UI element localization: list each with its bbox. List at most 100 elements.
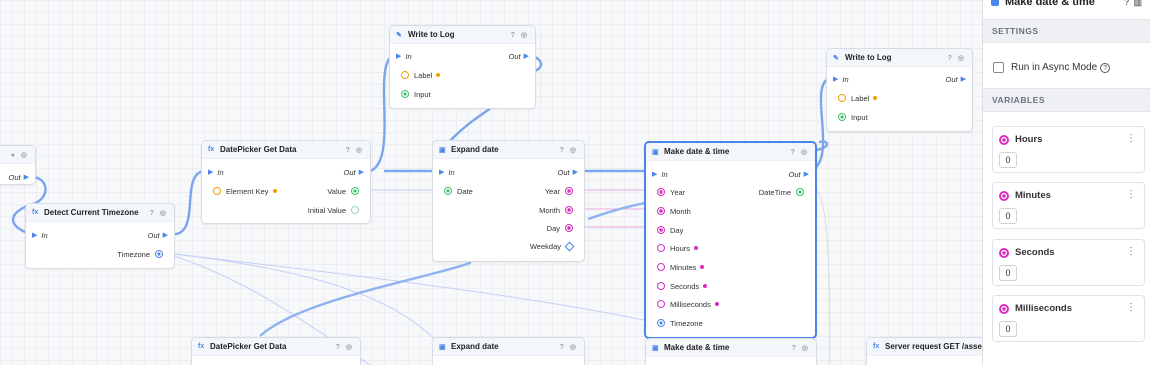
panel-header: Make date & time ? ▥: [983, 0, 1150, 10]
node-header-icons[interactable]: ? ◎: [346, 146, 364, 154]
node-header-icons[interactable]: ? ◎: [336, 343, 354, 351]
number-port-icon[interactable]: [657, 226, 665, 234]
async-mode-option[interactable]: Run in Async Mode ?: [993, 62, 1111, 73]
number-port-icon[interactable]: [657, 244, 665, 252]
flow-out[interactable]: Out ▶: [756, 167, 815, 181]
expand-date-node[interactable]: ▣ Expand date ? ◎: [432, 337, 585, 365]
initial-value-port[interactable]: Initial Value: [282, 203, 370, 217]
graph-canvas[interactable]: ● ◎ Out ▶ ✎ Write to Log ? ◎ ▶ In Out ▶ Lab…: [0, 0, 982, 365]
async-mode-checkbox[interactable]: [993, 62, 1004, 73]
out-label: Out: [147, 230, 160, 240]
any-port-icon[interactable]: [351, 206, 359, 214]
node-header-icons[interactable]: ? ◎: [560, 343, 578, 351]
timezone-port-icon[interactable]: [155, 250, 163, 258]
variable-value-input[interactable]: 0: [999, 152, 1017, 168]
node-header-icons[interactable]: ? ◎: [791, 148, 809, 156]
variable-value-input[interactable]: 0: [999, 321, 1017, 337]
month-port[interactable]: Month: [523, 203, 584, 217]
number-port-icon[interactable]: [657, 282, 665, 290]
minutes-port[interactable]: Minutes: [646, 260, 815, 274]
month-port[interactable]: Month: [646, 204, 815, 218]
in-label: In: [41, 230, 48, 240]
more-options-icon[interactable]: ⋮: [1126, 302, 1136, 313]
flow-out[interactable]: Out ▶: [523, 165, 584, 179]
flow-out-arrow-icon: ▶: [803, 171, 809, 178]
seconds-port[interactable]: Seconds: [646, 279, 815, 293]
more-options-icon[interactable]: ⋮: [1126, 189, 1136, 200]
make-date-time-node[interactable]: ▣ Make date & time ? ◎ ▶ In Out ▶ Year Dat…: [644, 141, 817, 339]
hours-port[interactable]: Hours: [646, 241, 815, 255]
in-label: In: [217, 167, 224, 177]
port-label: Year: [670, 187, 686, 197]
any-port-icon[interactable]: [351, 187, 359, 195]
more-options-icon[interactable]: ⋮: [1126, 246, 1136, 257]
variable-value-input[interactable]: 0: [999, 208, 1017, 224]
day-port[interactable]: Day: [646, 223, 815, 237]
number-port-icon[interactable]: [657, 188, 665, 196]
string-port-icon[interactable]: [838, 94, 846, 102]
in-label: In: [661, 169, 668, 179]
day-port[interactable]: Day: [523, 221, 584, 235]
datepicker-get-data-node[interactable]: fx DatePicker Get Data ? ◎: [191, 337, 361, 365]
year-port[interactable]: Year: [523, 184, 584, 198]
flow-out[interactable]: Out ▶: [0, 170, 35, 184]
flow-out[interactable]: Out ▶: [302, 165, 370, 179]
detect-timezone-node[interactable]: fx Detect Current Timezone ? ◎ ▶ In Out ▶ …: [25, 203, 175, 269]
node-header-icons[interactable]: ? ◎: [511, 31, 529, 39]
node-header-icons[interactable]: ? ◎: [792, 344, 810, 352]
datepicker-get-data-node[interactable]: fx DatePicker Get Data ? ◎ ▶ In Out ▶ Elem…: [201, 140, 371, 224]
datetime-port[interactable]: DateTime: [746, 185, 815, 199]
timezone-port-icon[interactable]: [657, 319, 665, 327]
write-to-log-node[interactable]: ✎ Write to Log ? ◎ ▶ In Out ▶ Label Input: [389, 25, 536, 109]
flow-out[interactable]: Out ▶: [470, 49, 535, 63]
node-header-icons[interactable]: ? ◎: [560, 146, 578, 154]
number-port-icon[interactable]: [565, 206, 573, 214]
number-port-icon[interactable]: [565, 187, 573, 195]
any-port-icon[interactable]: [401, 90, 409, 98]
variable-card-minutes[interactable]: Minutes ⋮ 0: [992, 182, 1145, 229]
timezone-port[interactable]: Timezone: [646, 316, 815, 330]
weekday-port[interactable]: Weekday: [513, 239, 584, 253]
variable-card-seconds[interactable]: Seconds ⋮ 0: [992, 239, 1145, 286]
number-port-icon[interactable]: [657, 263, 665, 271]
write-to-log-node[interactable]: ✎ Write to Log ? ◎ ▶ In Out ▶ Label Input: [826, 48, 973, 132]
datetime-port-icon[interactable]: [796, 188, 804, 196]
node-header-icons[interactable]: ● ◎: [11, 151, 29, 159]
enum-port-icon[interactable]: [564, 241, 575, 251]
any-port-icon[interactable]: [838, 113, 846, 121]
timezone-port[interactable]: Timezone: [26, 247, 174, 261]
number-port-icon[interactable]: [657, 300, 665, 308]
flow-out[interactable]: Out ▶: [907, 72, 972, 86]
label-port[interactable]: Label: [827, 91, 972, 105]
variable-value-input[interactable]: 0: [999, 265, 1017, 281]
flow-out[interactable]: Out ▶: [106, 228, 174, 242]
input-port[interactable]: Input: [390, 87, 535, 101]
input-port[interactable]: Input: [827, 110, 972, 124]
number-port-icon[interactable]: [565, 224, 573, 232]
number-port-icon[interactable]: [657, 207, 665, 215]
delete-icon[interactable]: ▥: [1133, 0, 1142, 8]
variable-card-hours[interactable]: Hours ⋮ 0: [992, 126, 1145, 173]
make-date-time-node[interactable]: ▣ Make date & time ? ◎: [645, 338, 817, 365]
string-port-icon[interactable]: [213, 187, 221, 195]
exec-wire: [258, 261, 472, 338]
server-request-node[interactable]: fx Server request GET /asset: [866, 337, 982, 365]
node-header-icons[interactable]: ? ◎: [150, 209, 168, 217]
variable-name: Seconds: [1015, 247, 1055, 258]
variable-card-milliseconds[interactable]: Milliseconds ⋮ 0: [992, 295, 1145, 342]
milliseconds-port[interactable]: Milliseconds: [646, 297, 815, 311]
question-circle-icon[interactable]: ?: [1100, 62, 1111, 73]
help-icon[interactable]: ?: [1124, 0, 1130, 7]
more-options-icon[interactable]: ⋮: [1126, 133, 1136, 144]
port-label: Hours: [670, 243, 691, 253]
date-port-icon[interactable]: [444, 187, 452, 195]
label-port[interactable]: Label: [390, 68, 535, 82]
partial-node[interactable]: ● ◎ Out ▶: [0, 145, 36, 185]
value-port[interactable]: Value: [302, 184, 370, 198]
required-dot: [703, 284, 708, 288]
flow-out-arrow-icon: ▶: [572, 169, 578, 176]
port-label: Value: [327, 186, 346, 196]
string-port-icon[interactable]: [401, 71, 409, 79]
node-header-icons[interactable]: ? ◎: [948, 54, 966, 62]
expand-date-node[interactable]: ▣ Expand date ? ◎ ▶ In Out ▶ Date Year Mon…: [432, 140, 585, 262]
